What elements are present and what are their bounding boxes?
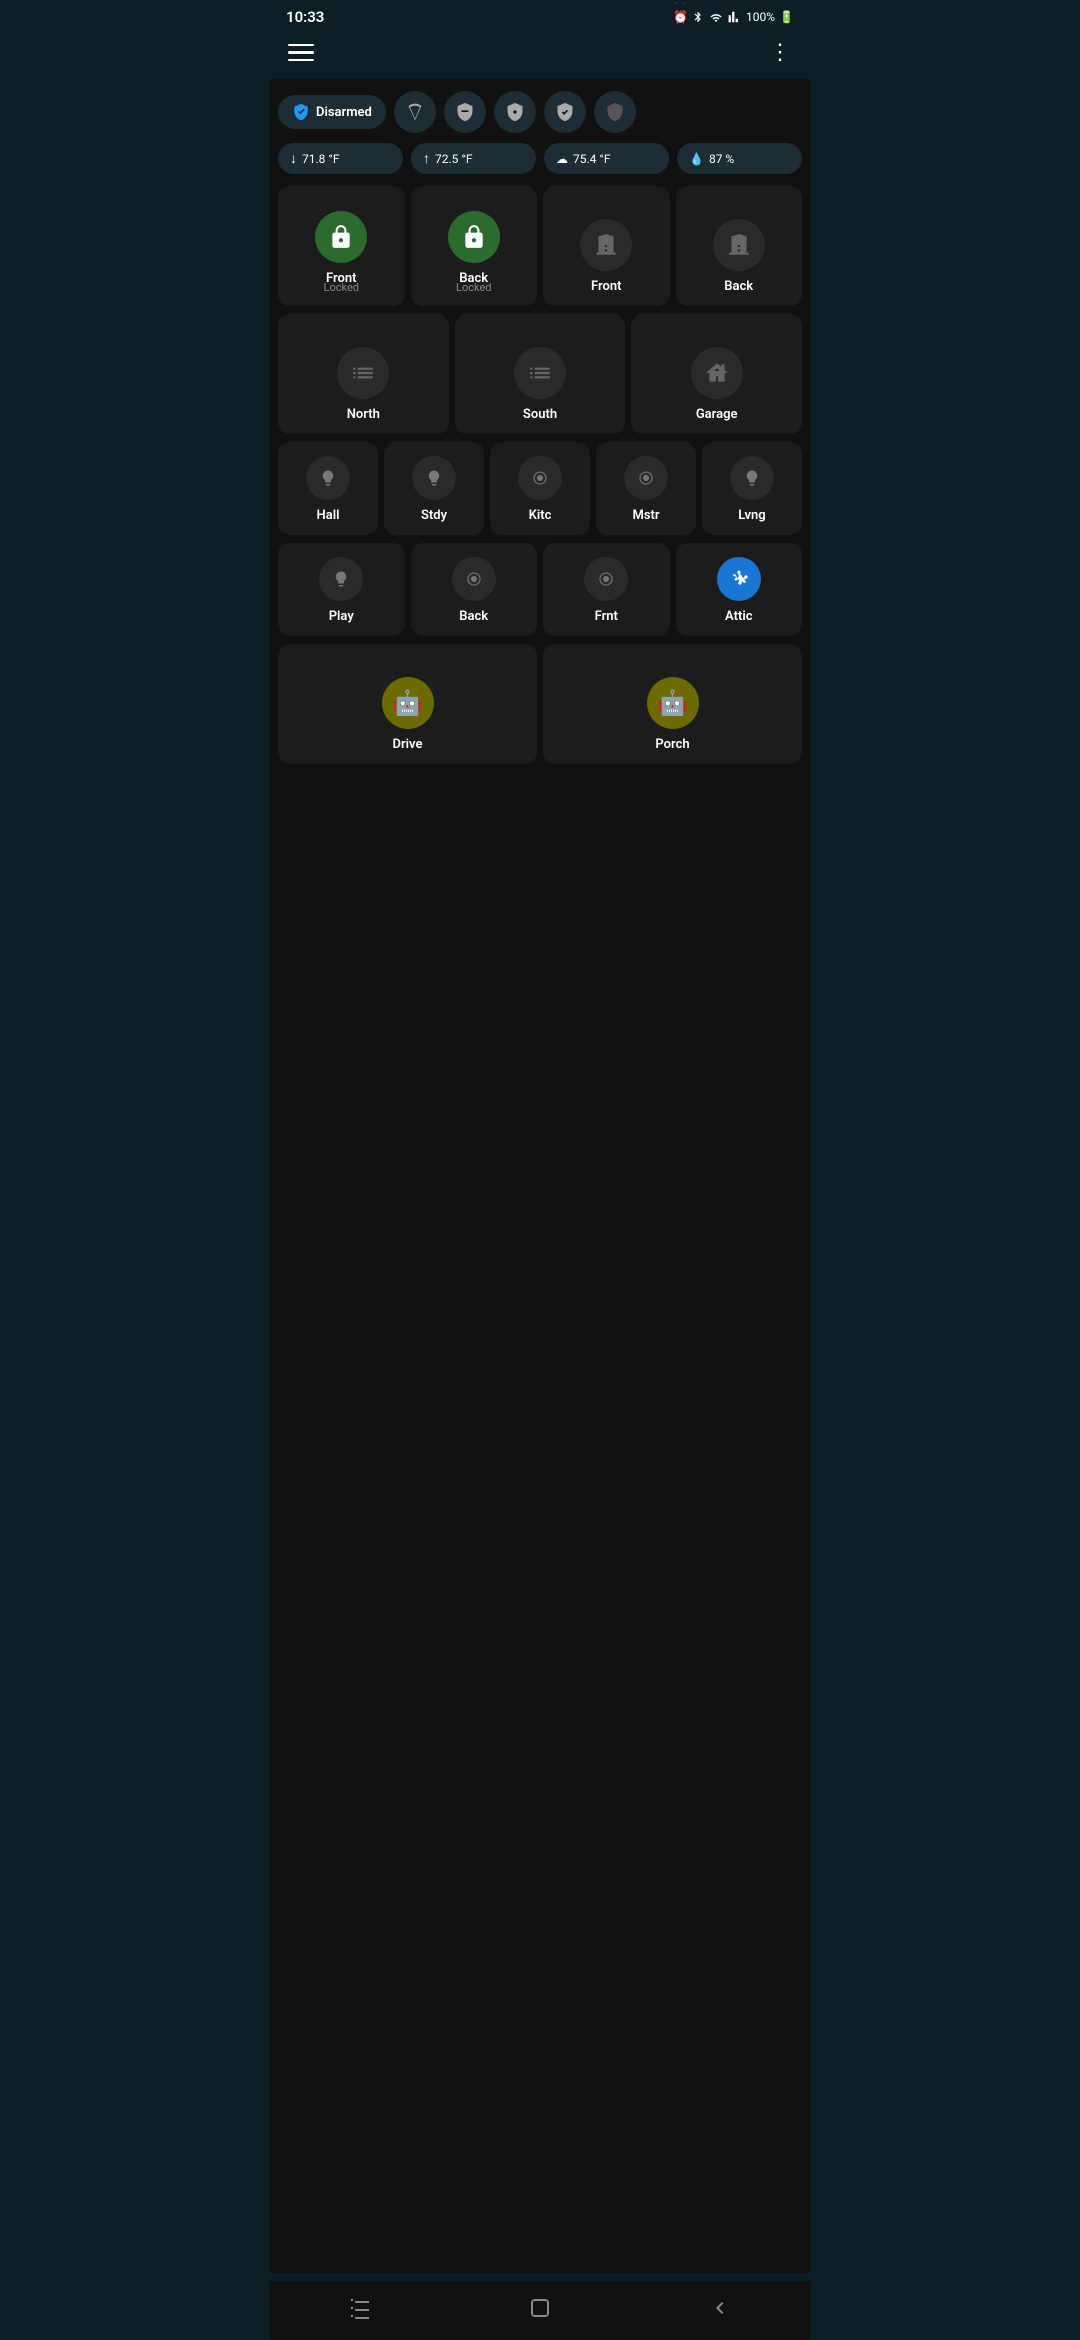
back-door-label: Back [724, 279, 753, 294]
disarmed-label: Disarmed [316, 105, 372, 120]
humidity-card[interactable]: 💧 87 % [677, 143, 802, 174]
light-kitchen[interactable]: Kitc [490, 442, 590, 535]
fan-play[interactable]: Play [278, 543, 405, 636]
fans-grid: Play Back Frnt Attic [278, 543, 802, 636]
drive-robot-icon: 🤖 [382, 677, 434, 729]
kitchen-label: Kitc [529, 508, 552, 523]
study-light-icon [412, 456, 456, 500]
humidity-value: 87 % [709, 152, 734, 166]
fan-attic[interactable]: Attic [676, 543, 803, 636]
shield-button-1[interactable] [394, 91, 436, 133]
temp-low-value: 71.8 °F [302, 152, 340, 166]
signal-icon [728, 10, 742, 25]
temp-outside-value: 75.4 °F [573, 152, 611, 166]
north-gate-icon [337, 347, 389, 399]
shield-button-2[interactable] [444, 91, 486, 133]
south-gate-label: South [523, 407, 557, 422]
porch-robot-icon: 🤖 [647, 677, 699, 729]
master-label: Mstr [632, 508, 659, 523]
front-fan-label: Frnt [595, 609, 618, 624]
lock-back-active[interactable]: Back Locked [411, 186, 538, 306]
status-time: 10:33 [286, 8, 324, 26]
nav-back-button[interactable] [708, 2295, 732, 2320]
back-lock-sublabel: Locked [456, 281, 491, 294]
play-label: Play [329, 609, 354, 624]
gates-grid: North South Garage [278, 314, 802, 434]
temp-high-value: 72.5 °F [435, 152, 473, 166]
living-light-icon [730, 456, 774, 500]
back-fan-icon [452, 557, 496, 601]
attic-fan-icon [717, 557, 761, 601]
hall-label: Hall [317, 508, 340, 523]
light-living[interactable]: Lvng [702, 442, 802, 535]
temp-card-high[interactable]: ↑ 72.5 °F [411, 143, 536, 174]
door-back[interactable]: Back [676, 186, 803, 306]
fan-front[interactable]: Frnt [543, 543, 670, 636]
porch-robot-label: Porch [655, 737, 689, 752]
fan-back[interactable]: Back [411, 543, 538, 636]
status-icons: ⏰ 100% 🔋 [673, 9, 794, 25]
humidity-icon: 💧 [689, 152, 704, 166]
main-content: Disarmed ↓ 71.8 °F ↑ 72.5 °F ☁ 75. [270, 79, 810, 2273]
robots-grid: 🤖 Drive 🤖 Porch [278, 644, 802, 764]
gate-north[interactable]: North [278, 314, 449, 434]
front-fan-icon [584, 557, 628, 601]
nav-home-button[interactable] [528, 2295, 552, 2320]
battery-icon: 🔋 [779, 10, 794, 24]
back-lock-icon [448, 211, 500, 263]
master-light-icon [624, 456, 668, 500]
attic-fan-label: Attic [725, 609, 752, 624]
lights-grid: Hall Stdy Kitc Mstr Lvng [278, 442, 802, 535]
drive-robot-label: Drive [393, 737, 423, 752]
door-front[interactable]: Front [543, 186, 670, 306]
nav-recents-button[interactable] [348, 2295, 372, 2320]
temp-up-arrow: ↑ [423, 150, 430, 167]
play-light-icon [319, 557, 363, 601]
living-label: Lvng [738, 508, 765, 523]
front-door-label: Front [591, 279, 621, 294]
light-study[interactable]: Stdy [384, 442, 484, 535]
wifi-icon [708, 10, 724, 24]
hall-light-icon [306, 456, 350, 500]
front-door-icon [580, 219, 632, 271]
bluetooth-icon [692, 9, 704, 25]
status-bar: 10:33 ⏰ 100% 🔋 [270, 0, 810, 30]
locks-grid: Front Locked Back Locked Front [278, 186, 802, 306]
shield-button-5[interactable] [594, 91, 636, 133]
lock-front-active[interactable]: Front Locked [278, 186, 405, 306]
temp-down-arrow: ↓ [290, 150, 297, 167]
garage-icon [691, 347, 743, 399]
temp-row: ↓ 71.8 °F ↑ 72.5 °F ☁ 75.4 °F 💧 87 % [278, 143, 802, 174]
battery-label: 100% [746, 10, 775, 24]
north-gate-label: North [347, 407, 380, 422]
back-door-icon [713, 219, 765, 271]
hamburger-menu[interactable] [288, 44, 314, 62]
south-gate-icon [514, 347, 566, 399]
shield-button-4[interactable] [544, 91, 586, 133]
top-bar: ⋮ [270, 30, 810, 79]
garage-label: Garage [696, 407, 738, 422]
more-options-button[interactable]: ⋮ [769, 40, 792, 65]
temp-card-outside[interactable]: ☁ 75.4 °F [544, 143, 669, 174]
front-lock-sublabel: Locked [324, 281, 359, 294]
gate-south[interactable]: South [455, 314, 626, 434]
front-lock-icon [315, 211, 367, 263]
study-label: Stdy [421, 508, 447, 523]
kitchen-light-icon [518, 456, 562, 500]
cloud-icon: ☁ [556, 152, 568, 166]
back-fan-label: Back [459, 609, 488, 624]
robot-drive[interactable]: 🤖 Drive [278, 644, 537, 764]
gate-garage[interactable]: Garage [631, 314, 802, 434]
bottom-nav [270, 2281, 810, 2340]
security-row: Disarmed [278, 91, 802, 133]
disarmed-button[interactable]: Disarmed [278, 95, 386, 129]
robot-porch[interactable]: 🤖 Porch [543, 644, 802, 764]
alarm-icon: ⏰ [673, 10, 688, 24]
shield-button-3[interactable] [494, 91, 536, 133]
light-master[interactable]: Mstr [596, 442, 696, 535]
temp-card-low[interactable]: ↓ 71.8 °F [278, 143, 403, 174]
light-hall[interactable]: Hall [278, 442, 378, 535]
